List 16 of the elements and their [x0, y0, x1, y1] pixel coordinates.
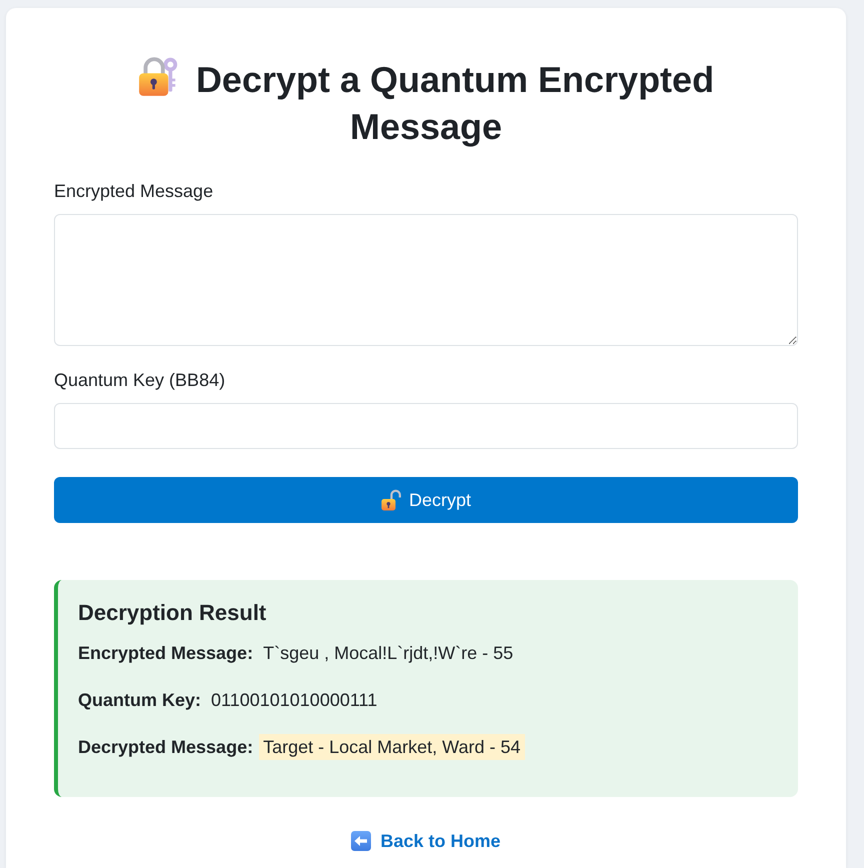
result-label: Decrypted Message:: [78, 737, 254, 757]
highlighted-value: Target - Local Market, Ward - 54: [259, 734, 525, 760]
result-label: Encrypted Message:: [78, 643, 254, 663]
field-label: Quantum Key (BB84): [54, 369, 226, 392]
open-lock-icon: [380, 489, 401, 511]
page-title: Decrypt a Quantum Encrypted Message: [196, 59, 714, 147]
result-label: Quantum Key:: [78, 690, 202, 710]
key-input[interactable]: [54, 403, 798, 449]
result-value: T`sgeu , Mocal!L`rjdt,!W`re - 55: [262, 642, 514, 665]
result-value: 01100101010000111: [210, 689, 378, 712]
result-heading: Decryption Result: [78, 599, 268, 627]
back-link[interactable]: Back to Home: [351, 829, 501, 853]
lock-with-key-icon: [138, 57, 178, 97]
decrypt-button[interactable]: Decrypt: [54, 477, 798, 523]
field-label: Encrypted Message: [54, 180, 214, 203]
message-textarea[interactable]: [54, 214, 798, 346]
